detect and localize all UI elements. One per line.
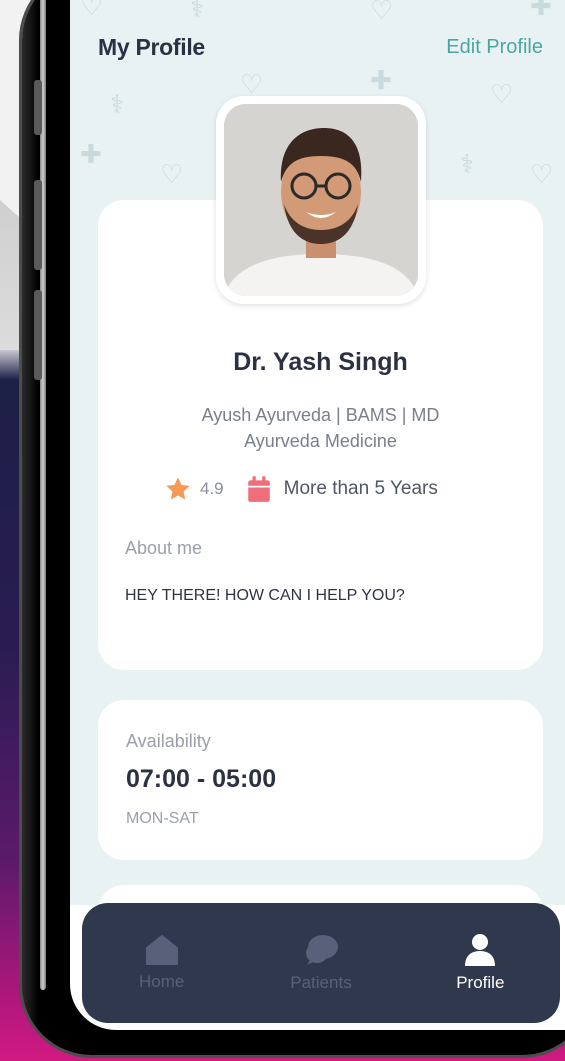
about-label: About me: [125, 538, 203, 558]
plus-icon: ✚: [530, 0, 552, 22]
qualification-line: Ayurveda Medicine: [244, 431, 397, 451]
about-text: HEY THERE! HOW CAN I HELP YOU?: [125, 587, 405, 604]
experience-text: More than 5 Years: [283, 478, 438, 499]
side-button: [34, 180, 42, 270]
plus-icon: ✚: [370, 66, 392, 96]
phone-edge: [40, 0, 46, 990]
pill-icon: ⚕: [110, 90, 125, 120]
availability-card: Availability 07:00 - 05:00 MON-SAT: [98, 700, 543, 860]
nav-item-patients[interactable]: Patients: [251, 933, 391, 993]
heart-icon: ♡: [530, 160, 554, 190]
availability-label: Availability: [126, 731, 211, 751]
nav-label-patients: Patients: [290, 973, 352, 992]
edit-profile-link[interactable]: Edit Profile: [446, 36, 543, 59]
heart-icon: ♡: [490, 80, 514, 110]
star-icon: [166, 477, 190, 500]
avatar: [224, 104, 418, 296]
qualification-line: Ayush Ayurveda | BAMS | MD: [201, 405, 440, 425]
availability-days: MON-SAT: [126, 810, 199, 827]
nav-item-home[interactable]: Home: [92, 934, 232, 992]
avatar-frame: [216, 96, 426, 304]
heart-icon: ♡: [370, 0, 394, 26]
chat-icon: [305, 935, 338, 965]
doctor-qualification: Ayush Ayurveda | BAMS | MD Ayurveda Medi…: [138, 402, 503, 454]
nav-label-home: Home: [138, 972, 185, 991]
pill-icon: ⚕: [460, 150, 475, 180]
app-screen: ♡ ⚕ ♡ ✚ ⚕ ♡ ✚ ♡ ✚ ♡ ⚕ ♡ My Profile Edit …: [70, 0, 565, 1030]
profile-stats: 4.9 More than 5 Years: [164, 472, 438, 506]
side-button: [34, 80, 42, 135]
rating-value: 4.9: [200, 479, 224, 498]
heart-icon: ♡: [160, 160, 184, 190]
user-icon: [465, 934, 496, 966]
availability-hours: 07:00 - 05:00: [126, 765, 277, 793]
nav-item-profile[interactable]: Profile: [410, 933, 550, 993]
doctor-name: Dr. Yash Singh: [233, 348, 408, 376]
pill-icon: ⚕: [190, 0, 205, 24]
bottom-nav: Home Patients Profile: [82, 903, 560, 1023]
phone-frame: ♡ ⚕ ♡ ✚ ⚕ ♡ ✚ ♡ ✚ ♡ ⚕ ♡ My Profile Edit …: [22, 0, 565, 1055]
calendar-icon: [247, 476, 270, 502]
plus-icon: ✚: [80, 140, 102, 170]
home-icon: [145, 935, 178, 965]
nav-label-profile: Profile: [456, 973, 505, 992]
page-title: My Profile: [98, 34, 205, 60]
side-button: [34, 290, 42, 380]
heart-icon: ♡: [80, 0, 104, 22]
avatar-image: [224, 104, 418, 296]
